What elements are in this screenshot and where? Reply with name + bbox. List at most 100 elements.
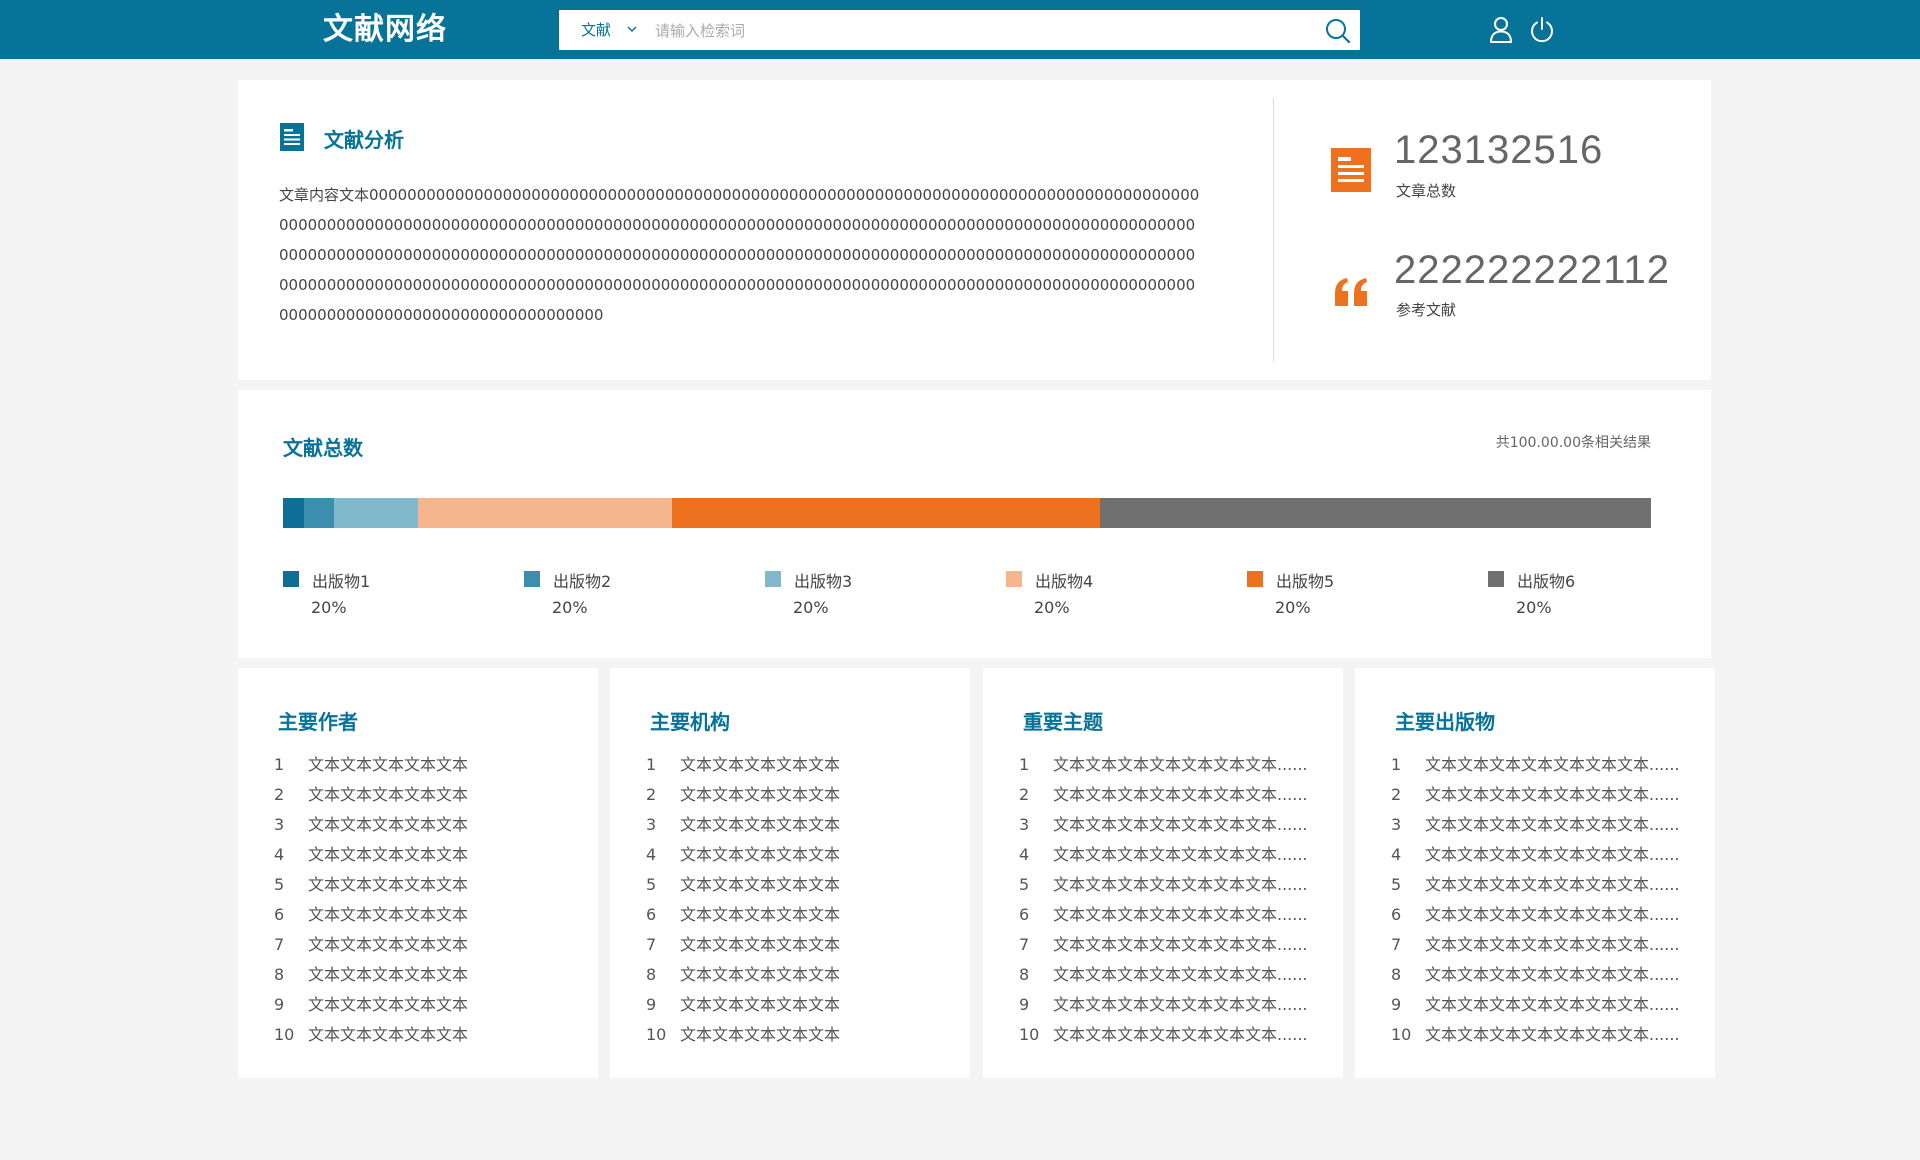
legend-label: 出版物6 — [1517, 572, 1576, 591]
chevron-down-icon[interactable] — [625, 22, 639, 36]
list-item[interactable]: 10 文本文本文本文本文本 — [274, 1020, 468, 1050]
list-item[interactable]: 9 文本文本文本文本文本文本文本...... — [1391, 990, 1680, 1020]
list-item[interactable]: 5 文本文本文本文本文本文本文本...... — [1391, 870, 1680, 900]
list-item-text: 文本文本文本文本文本文本文本...... — [1425, 995, 1680, 1014]
legend-swatch — [524, 571, 540, 587]
list-item[interactable]: 9 文本文本文本文本文本文本文本...... — [1019, 990, 1308, 1020]
list-item[interactable]: 1 文本文本文本文本文本 — [646, 750, 840, 780]
list-item[interactable]: 9 文本文本文本文本文本 — [646, 990, 840, 1020]
list-item-text: 文本文本文本文本文本 — [308, 785, 469, 804]
rank-number: 6 — [646, 905, 657, 924]
power-icon[interactable] — [1529, 16, 1555, 44]
list-item[interactable]: 8 文本文本文本文本文本文本文本...... — [1391, 960, 1680, 990]
stat-reference-count: 222222222112 — [1394, 248, 1670, 292]
search-input[interactable] — [653, 16, 1277, 46]
legend-percent: 20% — [552, 598, 588, 617]
list-item[interactable]: 5 文本文本文本文本文本 — [274, 870, 468, 900]
list-item-text: 文本文本文本文本文本 — [308, 815, 469, 834]
result-summary: 共100.00.00条相关结果 — [1495, 435, 1651, 451]
list-item[interactable]: 1 文本文本文本文本文本文本文本...... — [1391, 750, 1680, 780]
rank-number: 7 — [1391, 935, 1402, 954]
list-item[interactable]: 8 文本文本文本文本文本 — [274, 960, 468, 990]
bar-segment-3[interactable] — [333, 498, 419, 528]
divider — [1273, 98, 1274, 362]
bar-segment-4[interactable] — [418, 498, 672, 528]
rank-number: 1 — [646, 755, 657, 774]
list-item[interactable]: 6 文本文本文本文本文本 — [274, 900, 468, 930]
list-item[interactable]: 7 文本文本文本文本文本文本文本...... — [1391, 930, 1680, 960]
total-title: 文献总数 — [283, 436, 363, 460]
stacked-bar-chart — [283, 498, 1651, 528]
list-item[interactable]: 10 文本文本文本文本文本 — [646, 1020, 840, 1050]
list-item[interactable]: 10 文本文本文本文本文本文本文本...... — [1019, 1020, 1308, 1050]
search-scope-select[interactable]: 文献 — [581, 10, 611, 50]
list-item[interactable]: 6 文本文本文本文本文本文本文本...... — [1019, 900, 1308, 930]
site-logo[interactable]: 文献网络 — [323, 10, 447, 50]
list-item-text: 文本文本文本文本文本 — [680, 965, 841, 984]
rank-list: 1 文本文本文本文本文本文本文本...... 2 文本文本文本文本文本文本文本....… — [1019, 750, 1308, 1050]
legend-label: 出版物1 — [312, 572, 371, 591]
list-item-text: 文本文本文本文本文本 — [308, 935, 469, 954]
list-item[interactable]: 8 文本文本文本文本文本 — [646, 960, 840, 990]
rank-number: 8 — [274, 965, 285, 984]
user-icon[interactable] — [1488, 16, 1514, 44]
list-item[interactable]: 3 文本文本文本文本文本文本文本...... — [1019, 810, 1308, 840]
list-item-text: 文本文本文本文本文本文本文本...... — [1053, 935, 1308, 954]
rank-number: 1 — [1019, 755, 1030, 774]
list-item[interactable]: 2 文本文本文本文本文本 — [274, 780, 468, 810]
list-item[interactable]: 7 文本文本文本文本文本 — [274, 930, 468, 960]
list-item[interactable]: 1 文本文本文本文本文本文本文本...... — [1019, 750, 1308, 780]
list-item[interactable]: 8 文本文本文本文本文本文本文本...... — [1019, 960, 1308, 990]
legend-percent: 20% — [1034, 598, 1070, 617]
list-item[interactable]: 5 文本文本文本文本文本 — [646, 870, 840, 900]
rank-number: 8 — [646, 965, 657, 984]
list-item-text: 文本文本文本文本文本文本文本...... — [1053, 785, 1308, 804]
rank-number: 10 — [1019, 1025, 1040, 1044]
legend-percent: 20% — [311, 598, 347, 617]
list-item[interactable]: 4 文本文本文本文本文本文本文本...... — [1391, 840, 1680, 870]
list-item[interactable]: 10 文本文本文本文本文本文本文本...... — [1391, 1020, 1680, 1050]
bar-segment-1[interactable] — [283, 498, 304, 528]
bar-segment-2[interactable] — [303, 498, 334, 528]
list-item-text: 文本文本文本文本文本文本文本...... — [1053, 965, 1308, 984]
list-item-text: 文本文本文本文本文本 — [308, 845, 469, 864]
rank-number: 4 — [1391, 845, 1402, 864]
legend-percent: 20% — [793, 598, 829, 617]
list-item-text: 文本文本文本文本文本 — [308, 755, 469, 774]
list-item[interactable]: 2 文本文本文本文本文本文本文本...... — [1391, 780, 1680, 810]
list-item[interactable]: 4 文本文本文本文本文本文本文本...... — [1019, 840, 1308, 870]
rank-number: 9 — [274, 995, 285, 1014]
list-panel-institutions: 主要机构 1 文本文本文本文本文本 2 文本文本文本文本文本 3 文本文本文本文本文本 4 文本… — [610, 668, 970, 1078]
list-item-text: 文本文本文本文本文本 — [680, 815, 841, 834]
list-item[interactable]: 3 文本文本文本文本文本文本文本...... — [1391, 810, 1680, 840]
list-title: 重要主题 — [1023, 710, 1103, 734]
rank-number: 2 — [646, 785, 657, 804]
list-item-text: 文本文本文本文本文本文本文本...... — [1425, 785, 1680, 804]
list-item[interactable]: 6 文本文本文本文本文本 — [646, 900, 840, 930]
list-item[interactable]: 3 文本文本文本文本文本 — [646, 810, 840, 840]
list-item[interactable]: 2 文本文本文本文本文本文本文本...... — [1019, 780, 1308, 810]
rank-number: 3 — [646, 815, 657, 834]
list-item[interactable]: 5 文本文本文本文本文本文本文本...... — [1019, 870, 1308, 900]
list-item[interactable]: 4 文本文本文本文本文本 — [646, 840, 840, 870]
list-panel-authors: 主要作者 1 文本文本文本文本文本 2 文本文本文本文本文本 3 文本文本文本文本文本 4 文本… — [238, 668, 598, 1078]
rank-number: 5 — [1019, 875, 1030, 894]
list-item[interactable]: 7 文本文本文本文本文本 — [646, 930, 840, 960]
list-item-text: 文本文本文本文本文本 — [680, 905, 841, 924]
rank-number: 6 — [1019, 905, 1030, 924]
list-item-text: 文本文本文本文本文本文本文本...... — [1425, 755, 1680, 774]
search-icon[interactable] — [1324, 17, 1352, 45]
quote-icon — [1335, 278, 1367, 306]
list-item[interactable]: 9 文本文本文本文本文本 — [274, 990, 468, 1020]
list-item[interactable]: 3 文本文本文本文本文本 — [274, 810, 468, 840]
list-item[interactable]: 7 文本文本文本文本文本文本文本...... — [1019, 930, 1308, 960]
list-item-text: 文本文本文本文本文本 — [680, 935, 841, 954]
bar-segment-6[interactable] — [1099, 498, 1651, 528]
list-item[interactable]: 4 文本文本文本文本文本 — [274, 840, 468, 870]
list-item[interactable]: 6 文本文本文本文本文本文本文本...... — [1391, 900, 1680, 930]
bar-segment-5[interactable] — [671, 498, 1100, 528]
rank-number: 9 — [1019, 995, 1030, 1014]
list-item[interactable]: 2 文本文本文本文本文本 — [646, 780, 840, 810]
rank-number: 10 — [274, 1025, 295, 1044]
list-item[interactable]: 1 文本文本文本文本文本 — [274, 750, 468, 780]
